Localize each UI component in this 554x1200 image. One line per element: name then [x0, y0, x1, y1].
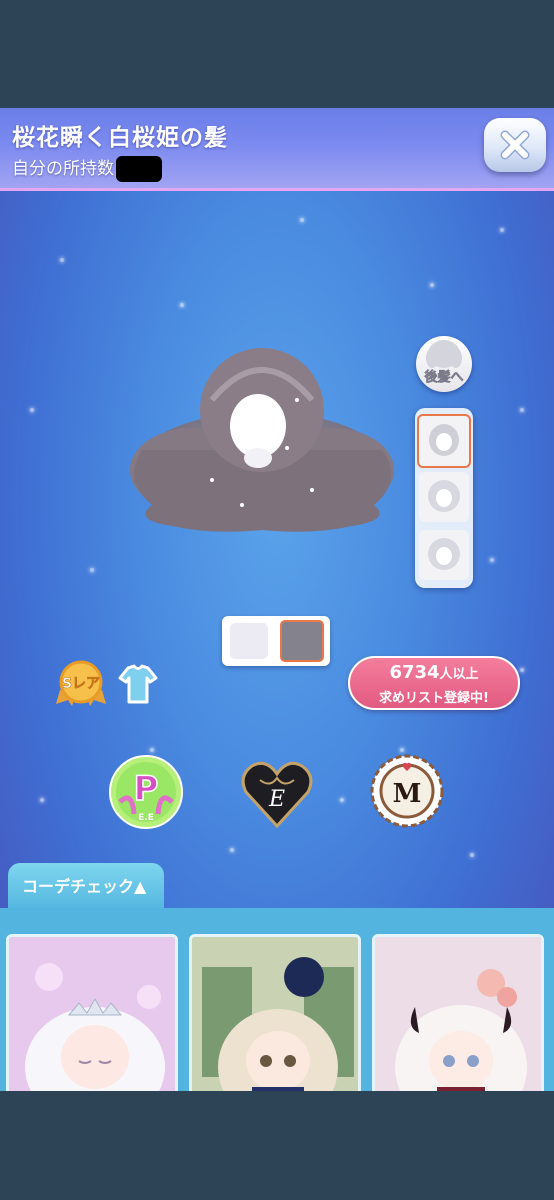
- wishlist-count-suffix: 人以上: [439, 667, 479, 682]
- brand-p-letter: P: [134, 769, 159, 809]
- close-button[interactable]: [484, 118, 546, 172]
- color-swatch-dark[interactable]: [280, 620, 324, 662]
- color-picker: [222, 616, 330, 666]
- hair-variant-1[interactable]: [417, 414, 471, 468]
- brand-p-logo[interactable]: P E.E: [108, 754, 184, 830]
- coordinate-card-1[interactable]: [6, 934, 178, 1091]
- item-header: 桜花瞬く白桜姫の髪 自分の所持数(redacted): [0, 108, 554, 191]
- coordinate-avatar-1: [9, 937, 175, 1091]
- item-title: 桜花瞬く白桜姫の髪: [12, 125, 228, 151]
- brand-e-letter: E: [268, 787, 285, 812]
- brand-m-logo[interactable]: M: [370, 754, 444, 828]
- hair-preview-image: [130, 348, 394, 532]
- coordinate-check-tab[interactable]: コーデチェック▲: [8, 863, 164, 911]
- wishlist-badge[interactable]: 6734人以上 求めリスト登録中!: [348, 656, 520, 710]
- back-hair-label: 後髪へ: [424, 370, 464, 386]
- hair-thumbnail-icon: [428, 538, 460, 570]
- coordinate-avatar-2: [192, 937, 358, 1091]
- owned-count-value: (redacted): [116, 156, 162, 182]
- owned-count-label: 自分の所持数: [12, 159, 114, 179]
- owned-count-row: 自分の所持数(redacted): [12, 154, 162, 182]
- brand-e-heart-logo[interactable]: E: [240, 758, 314, 830]
- hair-variant-3[interactable]: [419, 530, 469, 580]
- s-rare-badge: Sレア: [56, 660, 106, 706]
- hair-variant-2[interactable]: [419, 472, 469, 522]
- color-swatch-light[interactable]: [230, 623, 268, 659]
- coordinate-card-3[interactable]: [372, 934, 544, 1091]
- variant-selector: [415, 408, 473, 588]
- wishlist-count-row: 6734人以上: [350, 662, 518, 683]
- close-x-icon: [500, 130, 530, 160]
- coordinate-avatar-3: [375, 937, 541, 1091]
- rarity-label: Sレア: [62, 676, 100, 692]
- wishlist-text: 求めリスト登録中!: [379, 691, 489, 706]
- hair-thumbnail-icon: [428, 480, 460, 512]
- coordinate-card-2[interactable]: [189, 934, 361, 1091]
- back-hair-button[interactable]: 後髪へ: [416, 336, 472, 392]
- item-detail-screen: 桜花瞬く白桜姫の髪 自分の所持数(redacted) 後髪へ Sレア 6734人…: [0, 108, 554, 1091]
- hair-thumbnail-icon: [429, 424, 459, 456]
- wishlist-count: 6734: [389, 662, 440, 683]
- outfit-icon: [118, 664, 158, 704]
- brand-m-letter: M: [393, 779, 422, 809]
- brand-p-sub: E.E: [138, 813, 154, 823]
